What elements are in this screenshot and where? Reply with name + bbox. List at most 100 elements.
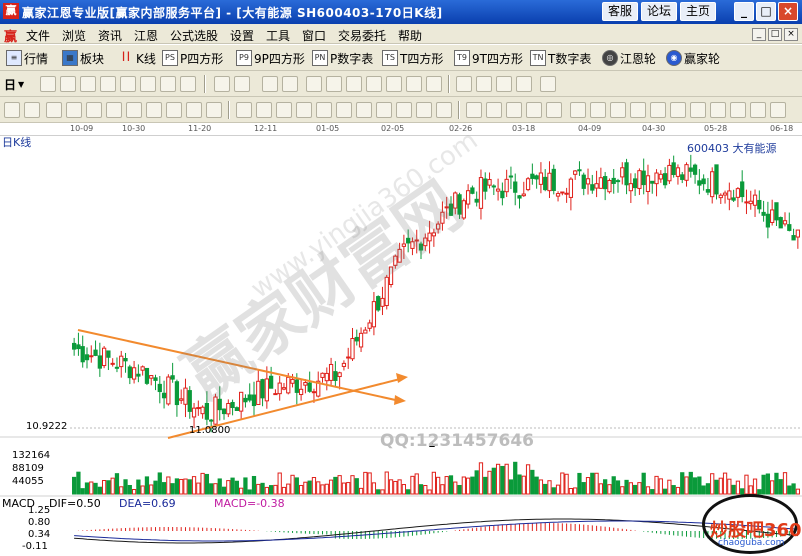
gann-wave-icon[interactable] [406, 76, 422, 92]
moon-icon[interactable] [650, 102, 666, 118]
pencil-icon[interactable] [4, 102, 20, 118]
tool-p-square[interactable]: PS P四方形 [162, 49, 223, 67]
menu-tools[interactable]: 工具 [266, 27, 290, 44]
menu-news[interactable]: 资讯 [98, 27, 122, 44]
menu-trade[interactable]: 交易委托 [338, 27, 386, 44]
menu-gann[interactable]: 江恩 [134, 27, 158, 44]
home-button[interactable]: 主页 [680, 2, 716, 21]
mdi-minimize-button[interactable]: _ [752, 28, 766, 41]
stamp-icon[interactable] [516, 76, 532, 92]
fibo-icon[interactable] [86, 102, 102, 118]
parallel-icon[interactable] [296, 102, 312, 118]
text-size-icon[interactable] [770, 102, 786, 118]
period-select[interactable]: 日 ▼ [4, 75, 24, 93]
volume-bar [692, 477, 698, 495]
star-icon[interactable] [256, 102, 272, 118]
formula-icon[interactable] [40, 76, 56, 92]
align-icon[interactable] [750, 102, 766, 118]
spiral-icon[interactable] [186, 102, 202, 118]
minimize-button[interactable]: _ [734, 2, 754, 21]
crosshair-icon[interactable] [476, 76, 492, 92]
tool-winner-wheel[interactable]: ◉ 赢家轮 [666, 49, 720, 67]
drawing-icon[interactable] [180, 76, 196, 92]
gann-box-icon[interactable] [346, 76, 362, 92]
tool-kline[interactable]: ┃┃ K线 [118, 49, 156, 67]
fan-icon[interactable] [46, 102, 62, 118]
first-page-icon[interactable] [214, 76, 230, 92]
maximize-button[interactable]: □ [756, 2, 776, 21]
angle-tool-icon[interactable] [282, 76, 298, 92]
percent-line-icon[interactable] [466, 102, 482, 118]
mdi-restore-button[interactable]: □ [768, 28, 782, 41]
candle-icon[interactable] [140, 76, 156, 92]
mark-icon[interactable] [356, 102, 372, 118]
tool-t-square[interactable]: TS T四方形 [382, 49, 443, 67]
candle-body [538, 172, 544, 185]
menu-formula[interactable]: 公式选股 [170, 27, 218, 44]
save-icon[interactable] [590, 102, 606, 118]
ellipse-icon[interactable] [106, 102, 122, 118]
customer-service-button[interactable]: 客服 [602, 2, 638, 21]
forum-button[interactable]: 论坛 [641, 2, 677, 21]
percent-icon[interactable] [506, 102, 522, 118]
hand-icon[interactable] [456, 76, 472, 92]
gann-grid-icon[interactable] [386, 76, 402, 92]
volume-bar [290, 474, 295, 495]
menu-help[interactable]: 帮助 [398, 27, 422, 44]
tool-9p-square[interactable]: P9 9P四方形 [236, 49, 305, 67]
line-chart-icon[interactable] [730, 102, 746, 118]
tool-9t-square[interactable]: T9 9T四方形 [454, 49, 523, 67]
chart-area[interactable]: 10-09 10-30 11-20 12-11 01-05 02-05 02-2… [0, 124, 802, 556]
grid-icon[interactable] [100, 76, 116, 92]
cross-grid-icon[interactable] [436, 102, 452, 118]
close-button[interactable]: × [778, 2, 798, 21]
sun-icon[interactable] [630, 102, 646, 118]
ratio-icon[interactable] [486, 102, 502, 118]
square-grid-icon[interactable] [396, 102, 412, 118]
square-icon[interactable] [546, 102, 562, 118]
trend-icon[interactable] [496, 76, 512, 92]
menu-browse[interactable]: 浏览 [62, 27, 86, 44]
bar-chart-icon[interactable] [710, 102, 726, 118]
dropdown-icon[interactable] [24, 102, 40, 118]
menu-file[interactable]: 文件 [26, 27, 50, 44]
menu-settings[interactable]: 设置 [230, 27, 254, 44]
check-icon[interactable] [610, 102, 626, 118]
title-bar: 赢 赢家江恩专业版[赢家内部服务平台] - [大有能源 SH600403-170… [0, 0, 802, 24]
arc-icon[interactable] [126, 102, 142, 118]
tool-sector[interactable]: ▦ 板块 [62, 49, 104, 67]
planet-icon[interactable] [670, 102, 686, 118]
volume-bar [114, 473, 120, 495]
channel-icon[interactable] [66, 102, 82, 118]
ruler-icon[interactable] [276, 102, 292, 118]
tool-p-number[interactable]: PN P数字表 [312, 49, 373, 67]
calendar-icon[interactable] [570, 102, 586, 118]
gann-angle-icon[interactable] [326, 76, 342, 92]
indicator-icon[interactable] [80, 76, 96, 92]
box-icon[interactable] [376, 102, 392, 118]
line-tool-icon[interactable] [262, 76, 278, 92]
tool-gann-wheel[interactable]: ◎ 江恩轮 [602, 49, 656, 67]
gann-line-icon[interactable] [426, 76, 442, 92]
triangle-icon[interactable] [236, 102, 252, 118]
flag-icon[interactable] [526, 102, 542, 118]
tile-icon[interactable] [416, 102, 432, 118]
bars-icon[interactable] [120, 76, 136, 92]
wave-icon[interactable] [206, 102, 222, 118]
network-icon[interactable] [540, 76, 556, 92]
tool-p-square-label: P四方形 [180, 51, 224, 66]
prev-page-icon[interactable] [234, 76, 250, 92]
doc-icon[interactable] [60, 76, 76, 92]
circle-icon[interactable] [166, 102, 182, 118]
tool-quote[interactable]: ≡ 行情 [6, 49, 48, 67]
mdi-close-button[interactable]: × [784, 28, 798, 41]
gann-fan-icon[interactable] [306, 76, 322, 92]
pen-icon[interactable] [160, 76, 176, 92]
tool-t-number[interactable]: TN T数字表 [530, 49, 591, 67]
arrow-icon[interactable] [316, 102, 332, 118]
cycle-icon[interactable] [146, 102, 162, 118]
menu-window[interactable]: 窗口 [302, 27, 326, 44]
truck-icon[interactable] [690, 102, 706, 118]
text-icon[interactable] [336, 102, 352, 118]
gann-square-icon[interactable] [366, 76, 382, 92]
